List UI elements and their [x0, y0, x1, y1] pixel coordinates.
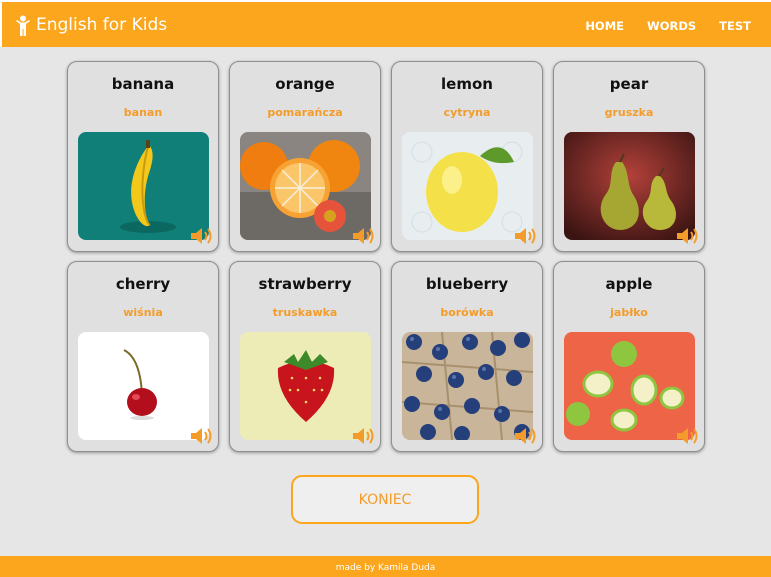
pear-photo — [564, 132, 695, 240]
top-bar: English for Kids HOME WORDS TEST — [0, 0, 771, 47]
word-translation: pomarańcza — [267, 106, 343, 119]
word-english: pear — [609, 75, 649, 93]
word-english: cherry — [115, 275, 171, 293]
blueberry-photo — [402, 332, 533, 440]
word-english: apple — [605, 275, 653, 293]
word-card-apple[interactable]: apple jabłko — [553, 261, 705, 452]
speaker-icon[interactable] — [513, 225, 539, 247]
kid-figure-icon — [16, 15, 30, 36]
word-card-banana[interactable]: banana banan — [67, 61, 219, 252]
speaker-icon[interactable] — [675, 425, 701, 447]
apple-photo — [564, 332, 695, 440]
word-english: banana — [111, 75, 175, 93]
word-english: blueberry — [425, 275, 509, 293]
word-translation: borówka — [440, 306, 494, 319]
banana-photo — [78, 132, 209, 240]
lemon-photo — [402, 132, 533, 240]
app-title[interactable]: English for Kids — [36, 15, 167, 35]
speaker-icon[interactable] — [189, 225, 215, 247]
word-english: orange — [275, 75, 335, 93]
orange-photo — [240, 132, 371, 240]
word-translation: truskawka — [272, 306, 338, 319]
word-english: strawberry — [258, 275, 352, 293]
word-card-pear[interactable]: pear gruszka — [553, 61, 705, 252]
footer-credit: made by Kamila Duda — [335, 563, 436, 573]
word-translation: jabłko — [610, 306, 648, 319]
cherry-photo — [78, 332, 209, 440]
word-card-blueberry[interactable]: blueberry borówka — [391, 261, 543, 452]
word-card-orange[interactable]: orange pomarańcza — [229, 61, 381, 252]
nav-words[interactable]: WORDS — [647, 19, 696, 33]
speaker-icon[interactable] — [513, 425, 539, 447]
nav-test[interactable]: TEST — [719, 19, 751, 33]
footer: made by Kamila Duda — [0, 556, 771, 577]
main-nav: HOME WORDS TEST — [585, 19, 751, 33]
word-translation: gruszka — [604, 106, 654, 119]
finish-button[interactable]: KONIEC — [291, 475, 479, 524]
word-translation: banan — [123, 106, 163, 119]
speaker-icon[interactable] — [351, 225, 377, 247]
speaker-icon[interactable] — [351, 425, 377, 447]
word-english: lemon — [441, 75, 493, 93]
strawberry-photo — [240, 332, 371, 440]
word-card-strawberry[interactable]: strawberry truskawka — [229, 261, 381, 452]
word-card-cherry[interactable]: cherry wiśnia — [67, 261, 219, 452]
word-translation: cytryna — [443, 106, 491, 119]
word-translation: wiśnia — [123, 306, 163, 319]
speaker-icon[interactable] — [675, 225, 701, 247]
word-card-lemon[interactable]: lemon cytryna — [391, 61, 543, 252]
nav-home[interactable]: HOME — [585, 19, 624, 33]
speaker-icon[interactable] — [189, 425, 215, 447]
